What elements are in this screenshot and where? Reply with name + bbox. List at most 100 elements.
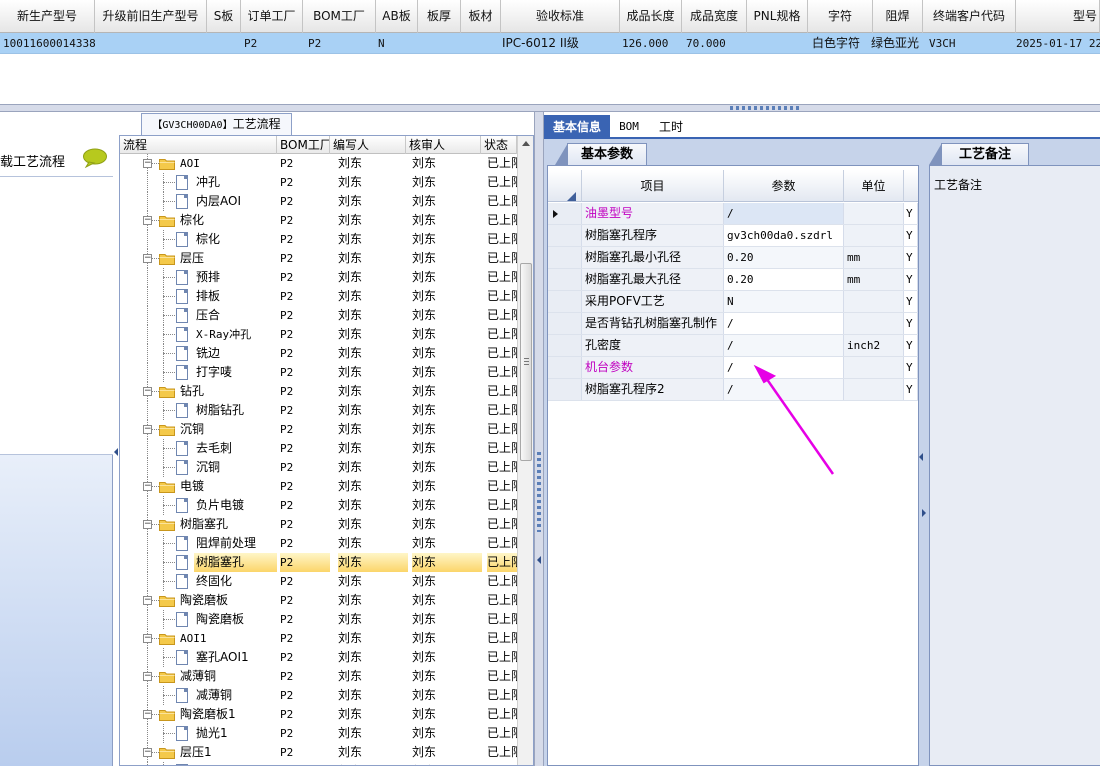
params-row[interactable]: 树脂塞孔最小孔径 0.20 mm Y bbox=[548, 247, 918, 269]
chat-bubble-icon[interactable] bbox=[82, 148, 108, 168]
column-new-model[interactable]: 新生产型号 bbox=[0, 0, 95, 33]
column-pnl-spec[interactable]: PNL规格 bbox=[747, 0, 808, 33]
collapse-tree-icon[interactable] bbox=[537, 556, 541, 564]
tab-bom[interactable]: BOM bbox=[612, 115, 646, 139]
tree-row[interactable]: − 陶瓷磨板1 P2 刘东 刘东 已上限 bbox=[120, 705, 517, 724]
column-value[interactable]: 参数 bbox=[724, 170, 844, 202]
params-row[interactable]: 孔密度 / inch2 Y bbox=[548, 335, 918, 357]
tree-row[interactable]: 预排 P2 刘东 刘东 已上限 bbox=[120, 268, 517, 287]
row-indicator[interactable] bbox=[548, 379, 582, 400]
row-indicator[interactable] bbox=[548, 225, 582, 246]
column-flag[interactable] bbox=[904, 170, 918, 202]
tree-row[interactable]: 减薄铜 P2 刘东 刘东 已上限 bbox=[120, 686, 517, 705]
tree-row[interactable]: 抛光1 P2 刘东 刘东 已上限 bbox=[120, 724, 517, 743]
param-value[interactable]: N bbox=[724, 291, 844, 312]
tree-row[interactable]: 打字唛 P2 刘东 刘东 已上限 bbox=[120, 363, 517, 382]
tree-row[interactable]: 排板 P2 刘东 刘东 已上限 bbox=[120, 287, 517, 306]
tree-row[interactable]: 塞孔AOI1 P2 刘东 刘东 已上限 bbox=[120, 648, 517, 667]
expand-notes-icon[interactable] bbox=[922, 509, 926, 517]
scroll-up-icon[interactable] bbox=[522, 141, 530, 146]
splitter-grip[interactable] bbox=[537, 452, 541, 532]
tree-row[interactable]: 内层AOI P2 刘东 刘东 已上限 bbox=[120, 192, 517, 211]
tree-column-writer[interactable]: 编写人 bbox=[330, 136, 406, 154]
collapse-node-icon[interactable]: − bbox=[143, 216, 152, 225]
tree-row[interactable]: 树脂钻孔 P2 刘东 刘东 已上限 bbox=[120, 401, 517, 420]
row-indicator[interactable] bbox=[548, 313, 582, 334]
column-bom-factory[interactable]: BOM工厂 bbox=[303, 0, 376, 33]
column-soldermask[interactable]: 阻焊 bbox=[873, 0, 923, 33]
tree-row[interactable]: − AOI1 P2 刘东 刘东 已上限 bbox=[120, 629, 517, 648]
tree-row[interactable]: 去毛刺 P2 刘东 刘东 已上限 bbox=[120, 439, 517, 458]
tree-row[interactable]: 负片电镀 P2 刘东 刘东 已上限 bbox=[120, 496, 517, 515]
tree-row[interactable]: 铣边 P2 刘东 刘东 已上限 bbox=[120, 344, 517, 363]
vertical-splitter[interactable] bbox=[534, 112, 544, 766]
tree-row[interactable]: 阻焊前处理 P2 刘东 刘东 已上限 bbox=[120, 534, 517, 553]
column-standard[interactable]: 验收标准 bbox=[501, 0, 620, 33]
row-indicator[interactable] bbox=[548, 335, 582, 356]
tree-row[interactable]: − 减薄铜 P2 刘东 刘东 已上限 bbox=[120, 667, 517, 686]
tree-row[interactable]: − 树脂塞孔 P2 刘东 刘东 已上限 bbox=[120, 515, 517, 534]
tree-row[interactable]: − 层压 P2 刘东 刘东 已上限 bbox=[120, 249, 517, 268]
tree-row[interactable]: − 棕化 P2 刘东 刘东 已上限 bbox=[120, 211, 517, 230]
tree-row[interactable]: − 电镀 P2 刘东 刘东 已上限 bbox=[120, 477, 517, 496]
collapse-node-icon[interactable]: − bbox=[143, 387, 152, 396]
param-value[interactable]: / bbox=[724, 379, 844, 400]
tab-basic-info[interactable]: 基本信息 bbox=[544, 115, 610, 139]
tree-row[interactable]: − 陶瓷磨板 P2 刘东 刘东 已上限 bbox=[120, 591, 517, 610]
collapse-node-icon[interactable]: − bbox=[143, 425, 152, 434]
param-value[interactable]: / bbox=[724, 313, 844, 334]
collapse-left-icon[interactable] bbox=[114, 448, 118, 456]
column-model[interactable]: 型号 bbox=[1016, 0, 1100, 33]
column-width[interactable]: 成品宽度 bbox=[682, 0, 747, 33]
tree-row[interactable]: X-Ray冲孔1P2 刘东 刘东 已上限 bbox=[120, 762, 517, 765]
column-silkscreen[interactable]: 字符 bbox=[808, 0, 873, 33]
collapse-node-icon[interactable]: − bbox=[143, 710, 152, 719]
row-indicator[interactable] bbox=[548, 291, 582, 312]
tab-process-flow[interactable]: 【GV3CH00DA0】工艺流程 bbox=[141, 113, 292, 135]
tree-column-reviewer[interactable]: 核审人 bbox=[406, 136, 481, 154]
tree-row[interactable]: 压合 P2 刘东 刘东 已上限 bbox=[120, 306, 517, 325]
tree-row[interactable]: − 钻孔 P2 刘东 刘东 已上限 bbox=[120, 382, 517, 401]
param-value[interactable]: 0.20 bbox=[724, 247, 844, 268]
column-material[interactable]: 板材 bbox=[461, 0, 501, 33]
row-indicator[interactable] bbox=[548, 203, 582, 224]
tree-row[interactable]: 陶瓷磨板 P2 刘东 刘东 已上限 bbox=[120, 610, 517, 629]
tab-basic-params[interactable]: 基本参数 bbox=[555, 143, 647, 165]
collapse-node-icon[interactable]: − bbox=[143, 520, 152, 529]
tree-row[interactable]: −层压1P2刘东刘东已上限 bbox=[120, 743, 517, 762]
params-row[interactable]: 机台参数 / Y bbox=[548, 357, 918, 379]
tab-work-hours[interactable]: 工时 bbox=[650, 115, 692, 139]
tab-process-notes[interactable]: 工艺备注 bbox=[929, 143, 1029, 165]
tree-row[interactable]: 棕化 P2 刘东 刘东 已上限 bbox=[120, 230, 517, 249]
params-row[interactable]: 树脂塞孔程序2/ Y bbox=[548, 379, 918, 401]
column-ab-board[interactable]: AB板 bbox=[376, 0, 418, 33]
param-value[interactable]: / bbox=[724, 335, 844, 356]
horizontal-splitter[interactable] bbox=[0, 104, 1100, 112]
tree-row[interactable]: 树脂塞孔P2刘东刘东已上限 bbox=[120, 553, 517, 572]
tree-row[interactable]: 终固化 P2 刘东 刘东 已上限 bbox=[120, 572, 517, 591]
tree-column-flow[interactable]: 流程 bbox=[120, 136, 277, 154]
product-grid-row[interactable]: 10011600014338 P2 P2 N IPC-6012 II级 126.… bbox=[0, 33, 1100, 54]
tree-row[interactable]: − AOI P2 刘东 刘东 已上限 bbox=[120, 154, 517, 173]
row-indicator[interactable] bbox=[548, 357, 582, 378]
collapse-node-icon[interactable]: − bbox=[143, 672, 152, 681]
tree-row[interactable]: − 沉铜 P2 刘东 刘东 已上限 bbox=[120, 420, 517, 439]
params-row[interactable]: 是否背钻孔树脂塞孔制作 / Y bbox=[548, 313, 918, 335]
tree-column-status[interactable]: 状态 bbox=[481, 136, 517, 154]
row-indicator[interactable] bbox=[548, 269, 582, 290]
tree-scrollbar[interactable] bbox=[517, 136, 533, 765]
row-indicator[interactable] bbox=[548, 247, 582, 268]
param-value[interactable]: / bbox=[724, 203, 844, 224]
column-customer-code[interactable]: 终端客户代码 bbox=[923, 0, 1016, 33]
tree-column-bom-factory[interactable]: BOM工厂 bbox=[277, 136, 330, 154]
params-row[interactable]: 树脂塞孔程序 gv3ch00da0.szdrl Y bbox=[548, 225, 918, 247]
param-value[interactable]: / bbox=[724, 357, 844, 378]
collapse-node-icon[interactable]: − bbox=[143, 159, 152, 168]
collapse-params-icon[interactable] bbox=[919, 453, 923, 461]
column-unit[interactable]: 单位 bbox=[844, 170, 904, 202]
corner-select-icon[interactable] bbox=[567, 192, 576, 201]
params-row[interactable]: 油墨型号 / Y bbox=[548, 203, 918, 225]
tree-row[interactable]: 沉铜 P2 刘东 刘东 已上限 bbox=[120, 458, 517, 477]
param-value[interactable]: gv3ch00da0.szdrl bbox=[724, 225, 844, 246]
column-length[interactable]: 成品长度 bbox=[620, 0, 682, 33]
